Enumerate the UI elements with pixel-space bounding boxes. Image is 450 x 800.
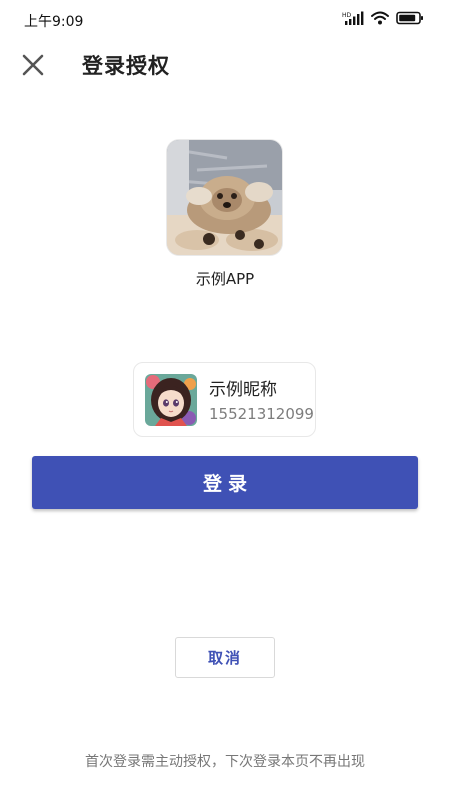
wifi-icon: [371, 10, 389, 29]
close-icon: [22, 54, 44, 76]
signal-icon: HD: [342, 10, 364, 29]
account-phone: 15521312099: [209, 405, 314, 423]
status-bar: 上午9:09 HD: [0, 0, 450, 38]
header: 登录授权: [0, 40, 450, 90]
battery-icon: [396, 10, 424, 29]
app-name: 示例APP: [195, 270, 255, 288]
avatar: [145, 374, 197, 426]
app-logo: [167, 140, 282, 255]
close-button[interactable]: [18, 50, 48, 80]
login-button[interactable]: 登录: [32, 456, 418, 509]
status-time: 上午9:09: [24, 14, 84, 30]
network-label: HD: [342, 12, 352, 19]
page-title: 登录授权: [82, 54, 170, 78]
footer-note: 首次登录需主动授权，下次登录本页不再出现: [85, 754, 365, 770]
cancel-button[interactable]: 取消: [175, 637, 275, 678]
account-card[interactable]: 示例昵称 15521312099: [133, 362, 316, 437]
status-icons: HD: [342, 11, 424, 27]
account-nickname: 示例昵称: [209, 380, 277, 400]
